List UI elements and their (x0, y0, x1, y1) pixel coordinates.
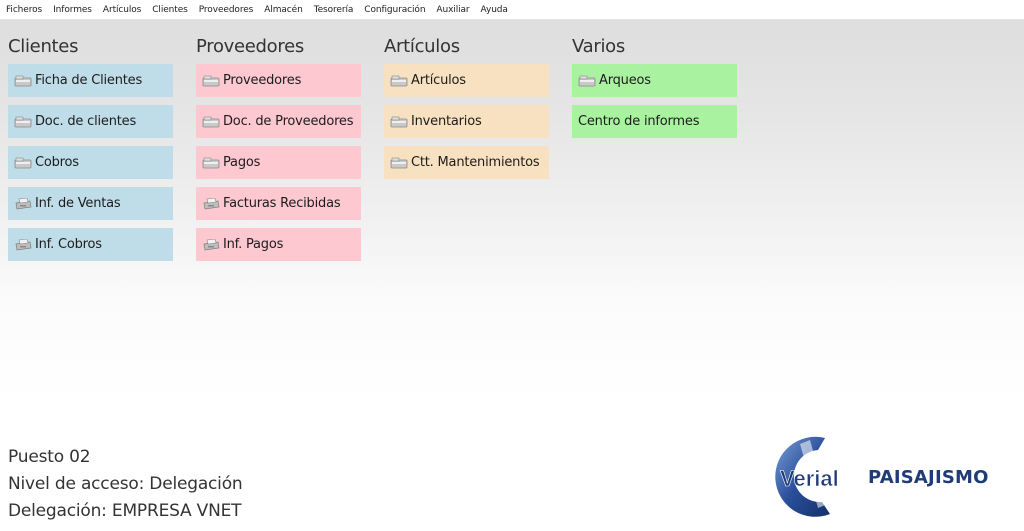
clientes-column: Clientes Ficha de Clientes Doc. de clien… (8, 36, 173, 269)
proveedores-title: Proveedores (196, 36, 304, 57)
tile-inf-pagos[interactable]: Inf. Pagos (196, 228, 361, 261)
clientes-title: Clientes (8, 36, 79, 57)
verial-logo: Verial (770, 432, 860, 522)
menu-almacen[interactable]: Almacén (264, 5, 303, 15)
tile-articulos[interactable]: Artículos (384, 64, 549, 97)
tile-ficha-de-clientes[interactable]: Ficha de Clientes (8, 64, 173, 97)
tile-label: Proveedores (223, 73, 302, 88)
tile-label: Facturas Recibidas (223, 196, 341, 211)
menu-proveedores[interactable]: Proveedores (199, 5, 254, 15)
folder-icon (202, 116, 220, 128)
tile-label: Artículos (411, 73, 466, 88)
tile-label: Ficha de Clientes (35, 73, 143, 88)
tile-label: Inf. Pagos (223, 237, 284, 252)
tile-label: Centro de informes (578, 114, 700, 129)
menu-bar: Ficheros Informes Artículos Clientes Pro… (0, 0, 1024, 20)
menu-tesoreria[interactable]: Tesorería (314, 5, 354, 15)
tile-centro-de-informes[interactable]: Centro de informes (572, 105, 737, 138)
printer-icon (14, 197, 32, 210)
tile-label: Inventarios (411, 114, 482, 129)
workstation-label: Puesto 02 (8, 447, 91, 467)
tile-pagos[interactable]: Pagos (196, 146, 361, 179)
folder-icon (202, 157, 220, 169)
folder-icon (14, 75, 32, 87)
folder-icon (390, 75, 408, 87)
menu-ficheros[interactable]: Ficheros (6, 5, 42, 15)
folder-icon (202, 75, 220, 87)
tile-label: Inf. Cobros (35, 237, 102, 252)
menu-configuracion[interactable]: Configuración (364, 5, 425, 15)
access-level-label: Nivel de acceso: Delegación (8, 474, 243, 494)
folder-icon (390, 157, 408, 169)
menu-clientes[interactable]: Clientes (152, 5, 188, 15)
menu-auxiliar[interactable]: Auxiliar (436, 5, 469, 15)
tile-label: Ctt. Mantenimientos (411, 155, 540, 170)
tile-ctt-mantenimientos[interactable]: Ctt. Mantenimientos (384, 146, 549, 179)
tile-label: Doc. de clientes (35, 114, 137, 129)
delegation-label: Delegación: EMPRESA VNET (8, 501, 242, 521)
tile-doc-de-proveedores[interactable]: Doc. de Proveedores (196, 105, 361, 138)
articulos-column: Artículos Artículos Inventarios Ctt. Man… (384, 36, 549, 187)
menu-informes[interactable]: Informes (53, 5, 92, 15)
tile-doc-de-clientes[interactable]: Doc. de clientes (8, 105, 173, 138)
printer-icon (202, 197, 220, 210)
verial-logo-text: Verial (780, 466, 839, 491)
printer-icon (14, 238, 32, 251)
company-name: PAISAJISMO (868, 467, 989, 488)
printer-icon (202, 238, 220, 251)
proveedores-column: Proveedores Proveedores Doc. de Proveedo… (196, 36, 361, 269)
folder-icon (14, 116, 32, 128)
articulos-title: Artículos (384, 36, 460, 57)
tile-cobros[interactable]: Cobros (8, 146, 173, 179)
tile-label: Cobros (35, 155, 79, 170)
tile-label: Arqueos (599, 73, 651, 88)
menu-articulos[interactable]: Artículos (103, 5, 141, 15)
varios-column: Varios Arqueos Centro de informes (572, 36, 737, 146)
folder-icon (578, 75, 596, 87)
varios-title: Varios (572, 36, 625, 57)
tile-proveedores[interactable]: Proveedores (196, 64, 361, 97)
tile-arqueos[interactable]: Arqueos (572, 64, 737, 97)
session-info: Puesto 02 Nivel de acceso: Delegación De… (8, 444, 243, 525)
menu-ayuda[interactable]: Ayuda (481, 5, 508, 15)
tile-label: Doc. de Proveedores (223, 114, 354, 129)
tile-label: Pagos (223, 155, 261, 170)
tile-label: Inf. de Ventas (35, 196, 121, 211)
tile-facturas-recibidas[interactable]: Facturas Recibidas (196, 187, 361, 220)
tile-inventarios[interactable]: Inventarios (384, 105, 549, 138)
folder-icon (14, 157, 32, 169)
tile-inf-cobros[interactable]: Inf. Cobros (8, 228, 173, 261)
tile-inf-de-ventas[interactable]: Inf. de Ventas (8, 187, 173, 220)
folder-icon (390, 116, 408, 128)
